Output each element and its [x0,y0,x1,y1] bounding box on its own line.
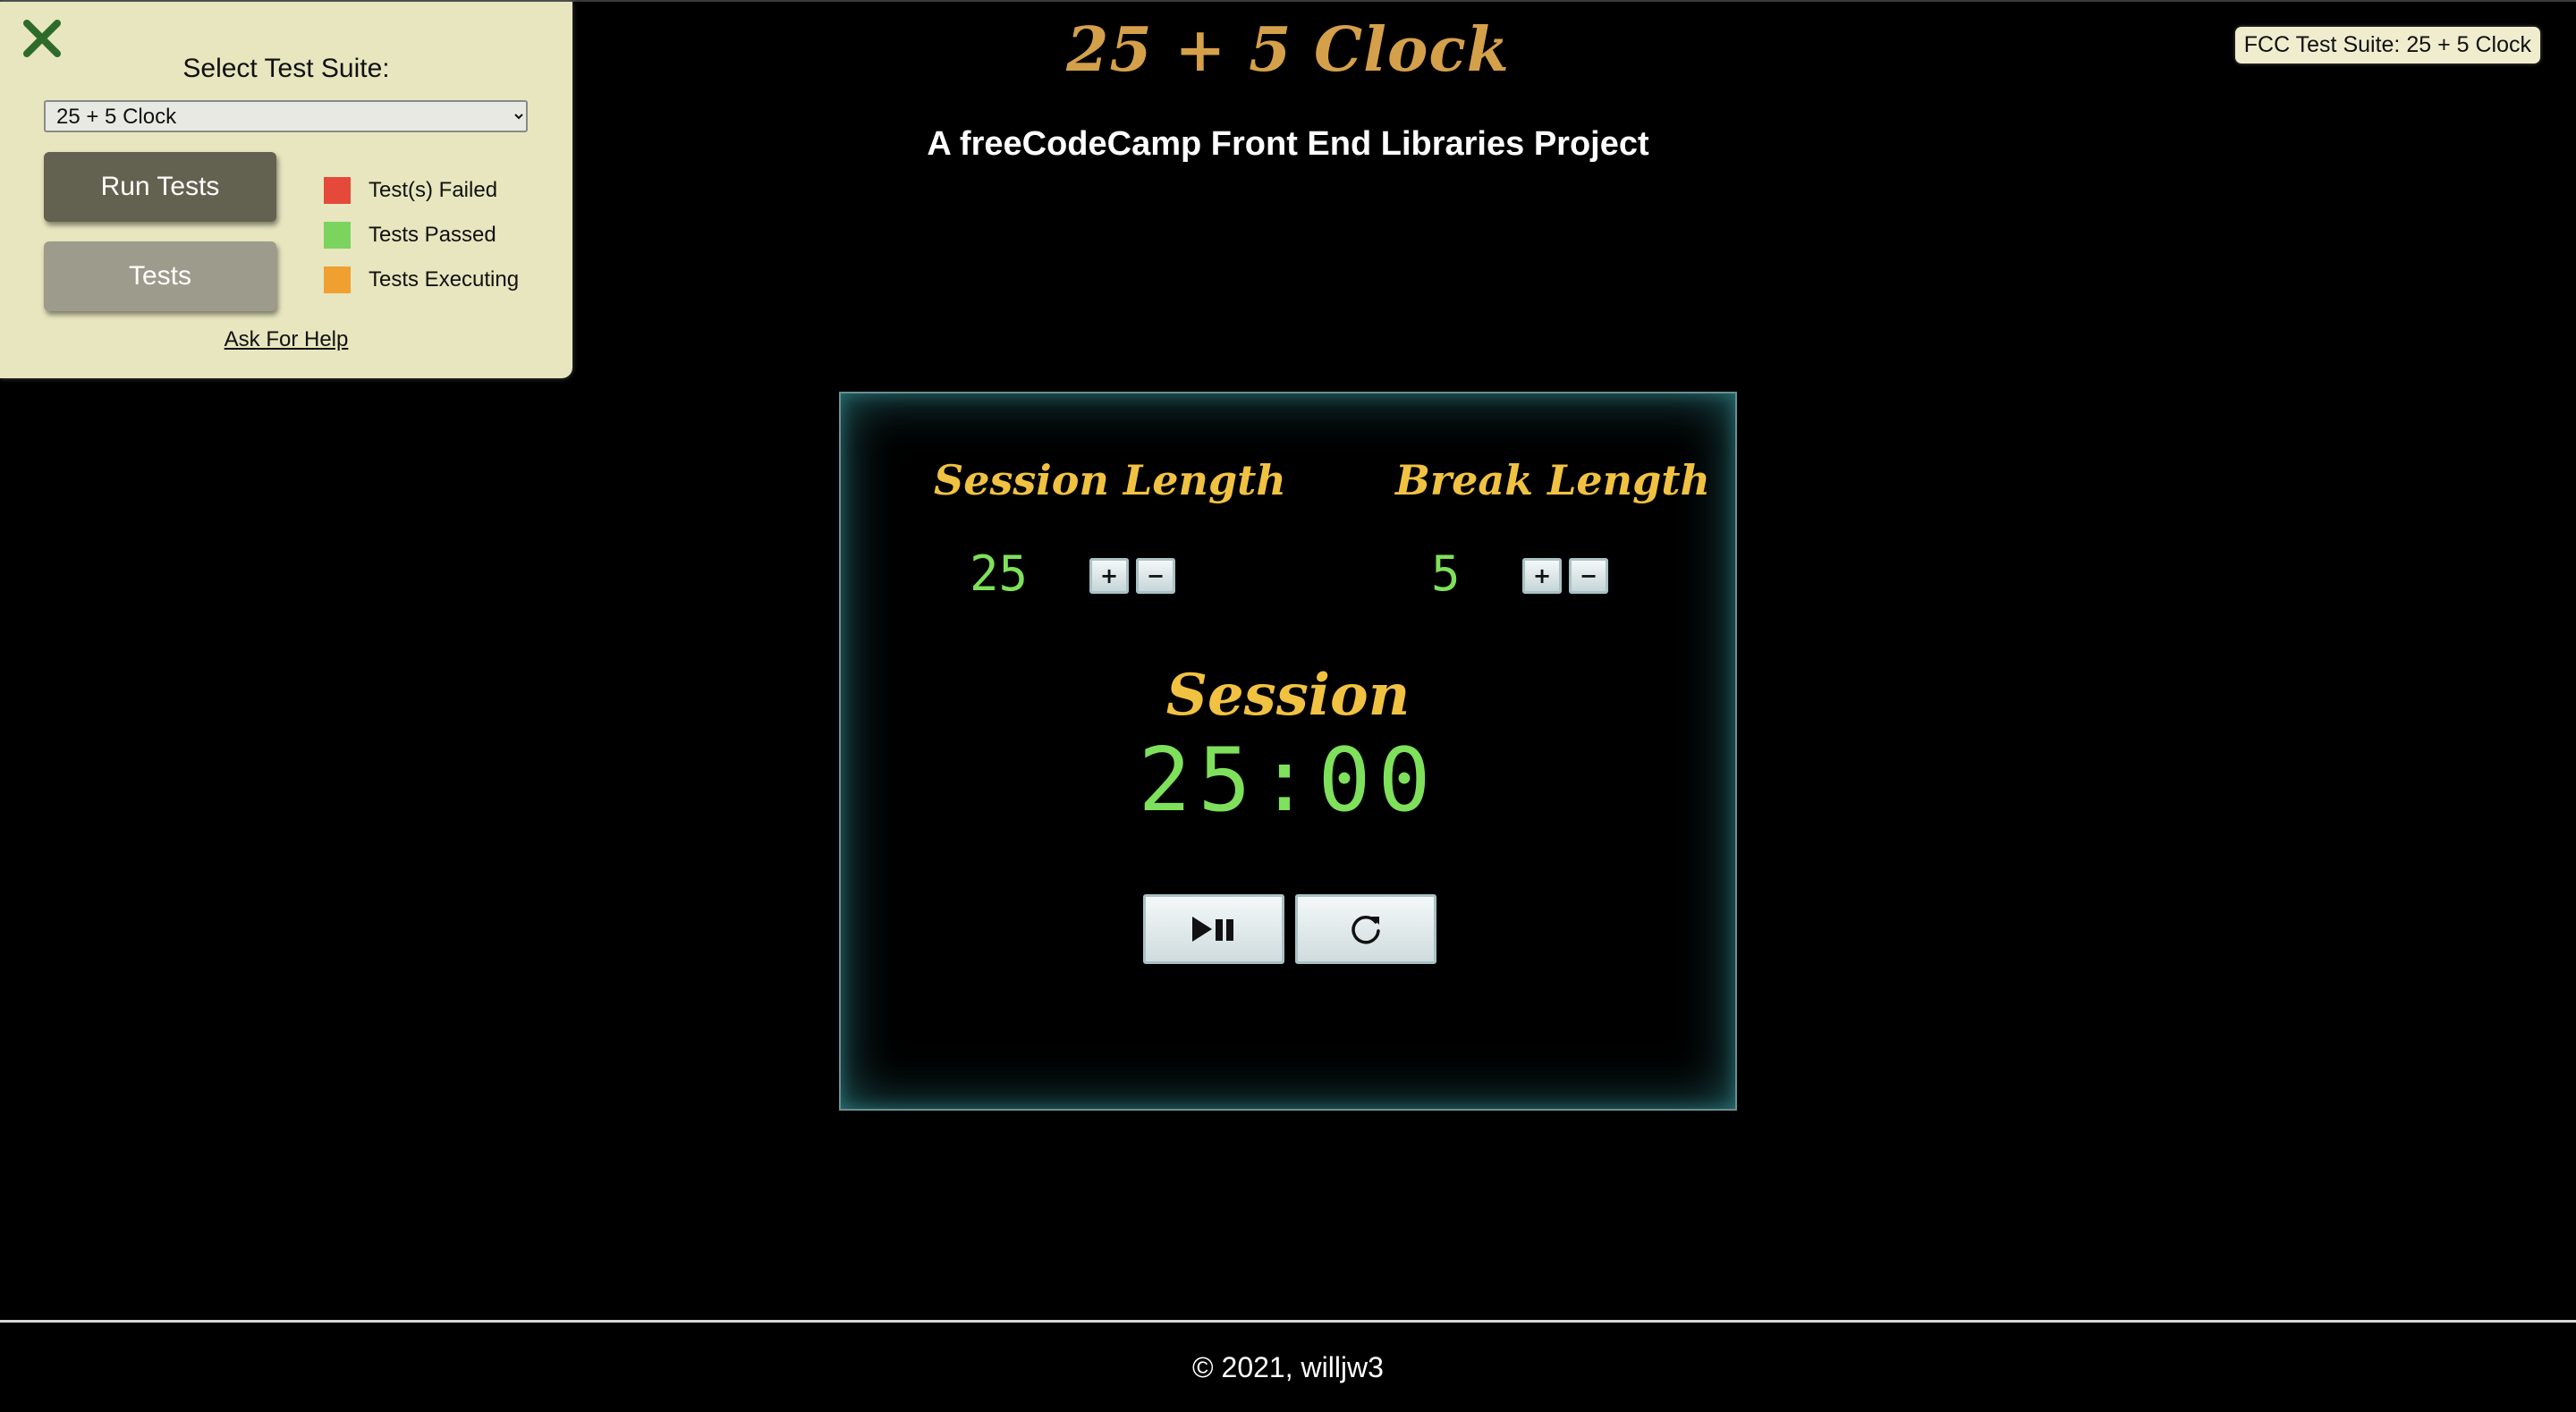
legend-item-failed: Test(s) Failed [324,168,519,213]
executing-color-swatch [324,266,351,293]
legend-label: Test(s) Failed [369,178,498,202]
fcc-test-suite-badge[interactable]: FCC Test Suite: 25 + 5 Clock [2234,27,2540,63]
run-tests-button[interactable]: Run Tests [44,152,276,222]
session-length-label: Session Length [934,456,1286,504]
legend-item-executing: Tests Executing [324,258,519,302]
session-decrement-button[interactable]: − [1136,558,1175,594]
footer-divider [0,1320,2576,1323]
reset-button[interactable] [1295,894,1436,964]
tests-button[interactable]: Tests [44,241,276,311]
test-suite-select[interactable]: 25 + 5 Clock [44,100,528,132]
failed-color-swatch [324,177,351,204]
start-stop-button[interactable] [1143,894,1284,964]
legend-label: Tests Executing [369,267,520,292]
ask-for-help-link[interactable]: Ask For Help [0,327,572,352]
test-suite-panel: Select Test Suite: 25 + 5 Clock Run Test… [0,2,572,378]
timer-label: Session [1165,662,1411,729]
select-test-suite-label: Select Test Suite: [182,54,390,83]
break-decrement-button[interactable]: − [1569,558,1608,594]
test-status-legend: Test(s) Failed Tests Passed Tests Execut… [324,168,519,302]
footer-copyright: © 2021, willjw3 [1192,1351,1384,1383]
break-increment-button[interactable]: + [1522,558,1562,594]
refresh-icon [1352,915,1380,944]
session-length-value: 25 [970,545,1029,602]
break-length-value: 5 [1431,545,1461,602]
passed-color-swatch [324,222,351,249]
legend-label: Tests Passed [369,223,496,247]
legend-item-passed: Tests Passed [324,213,519,258]
play-pause-icon [1192,917,1233,942]
clock-card: Session Length Break Length 25 + − 5 + −… [839,392,1737,1111]
session-increment-button[interactable]: + [1089,558,1129,594]
break-length-label: Break Length [1395,456,1710,504]
time-left-display: 25:00 [1138,730,1438,832]
page: 25 + 5 Clock A freeCodeCamp Front End Li… [0,0,2576,1412]
